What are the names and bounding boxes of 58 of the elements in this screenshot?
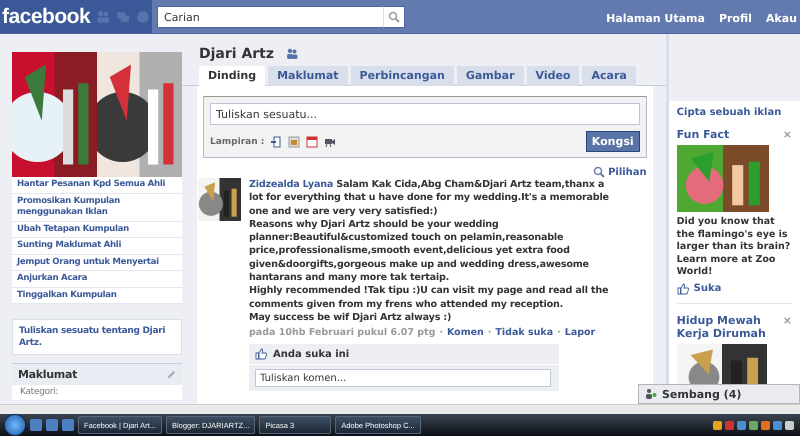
ad-text: Did you know that the flamingo's eye is larger than its brain? Learn more at Zoo World! bbox=[676, 216, 792, 278]
group-icon bbox=[286, 48, 298, 60]
search-icon bbox=[593, 166, 606, 178]
friends-icon bbox=[96, 10, 110, 24]
calendar-icon bbox=[306, 136, 318, 148]
tab[interactable]: Video bbox=[526, 66, 580, 86]
share-button[interactable]: Kongsi bbox=[586, 131, 640, 152]
sidebar-link[interactable]: Promosikan Kumpulan menggunakan Iklan bbox=[12, 194, 182, 222]
info-title: Maklumat bbox=[18, 368, 78, 381]
ad-title[interactable]: Fun Fact bbox=[676, 128, 730, 141]
photo-icon bbox=[288, 136, 300, 148]
nav-link[interactable]: Akau bbox=[766, 12, 797, 25]
likes-text: Anda suka ini bbox=[273, 348, 350, 360]
link-icon bbox=[270, 136, 282, 148]
nav-link[interactable]: Halaman Utama bbox=[606, 12, 705, 25]
post-action-link[interactable]: Tidak suka bbox=[495, 327, 554, 338]
sidebar-link[interactable]: Ubah Tetapan Kumpulan bbox=[12, 222, 182, 238]
separator-dot: · bbox=[439, 327, 443, 338]
group-title: Djari Artz bbox=[199, 46, 274, 62]
sidebar-link[interactable]: Sunting Maklumat Ahli bbox=[12, 238, 182, 254]
sidebar-link[interactable]: Jemput Orang untuk Menyertai bbox=[12, 254, 182, 271]
sidebar-link[interactable]: Hantar Pesanan Kpd Semua Ahli bbox=[12, 177, 182, 194]
search-button[interactable] bbox=[383, 6, 405, 28]
options-link[interactable]: Pilihan bbox=[608, 166, 647, 178]
search-icon bbox=[388, 11, 400, 23]
tab[interactable]: Acara bbox=[582, 66, 636, 86]
tab[interactable]: Gambar bbox=[456, 66, 524, 86]
globe-icon bbox=[136, 10, 150, 24]
person-online-icon bbox=[645, 388, 657, 400]
thumbs-up-icon bbox=[676, 282, 689, 294]
post-text: Zidzealda Lyana Salam Kak Cida,Abg Cham&Djari Artz team,thanx a lot for everything that u have done for my wedding.It's a memorable one and we are very very satisfied:) Reasons why Djari Artz should be your wedding planner:Beautiful&customized touch on pelamin,reasonable price,professionalisme,smooth event,delicious yet extra food given&doorgifts,gorgeous make up and wedding dress,awesome hantarans and many more tak tertaip. Highly recommended !Tak tipu :)U can visit my page and read all the comments given from my frens who attended my reception. May success be wif Djari Artz always :) bbox=[249, 178, 609, 324]
messages-icon bbox=[116, 10, 130, 24]
create-ad-link[interactable]: Cipta sebuah iklan bbox=[676, 107, 792, 118]
post-input[interactable]: Tuliskan sesuatu... bbox=[210, 103, 640, 125]
start-button[interactable] bbox=[4, 414, 26, 436]
ad-like-link[interactable]: Suka bbox=[676, 282, 792, 304]
post-action-link[interactable]: Lapor bbox=[564, 327, 596, 338]
author-link[interactable]: Zidzealda Lyana bbox=[249, 179, 334, 190]
sidebar-link[interactable]: Tinggalkan Kumpulan bbox=[12, 288, 182, 304]
tab[interactable]: Dinding bbox=[199, 66, 266, 86]
nav-link[interactable]: Profil bbox=[718, 12, 752, 25]
ad-title[interactable]: Hidup Mewah Kerja Dirumah bbox=[676, 314, 783, 340]
write-about-link[interactable]: Tuliskan sesuatu tentang Djari Artz. bbox=[12, 319, 182, 355]
separator-dot: · bbox=[488, 327, 492, 338]
separator-dot: · bbox=[557, 327, 561, 338]
chat-bar[interactable]: Sembang (4) bbox=[638, 384, 800, 404]
sidebar-link[interactable]: Anjurkan Acara bbox=[12, 271, 182, 288]
comment-input[interactable]: Tuliskan komen... bbox=[255, 369, 551, 388]
thumbs-up-icon bbox=[255, 348, 267, 360]
pencil-icon bbox=[166, 370, 176, 380]
post-action-link[interactable]: Komen bbox=[446, 327, 484, 338]
tab[interactable]: Maklumat bbox=[268, 66, 348, 86]
category-label: Kategori: bbox=[12, 385, 182, 400]
scrollbar[interactable] bbox=[0, 404, 800, 414]
search-field[interactable]: Carian bbox=[157, 6, 383, 28]
attach-label: Lampiran : bbox=[210, 136, 264, 146]
post-time: pada 10hb Februari pukul 6.07 ptg bbox=[249, 327, 436, 338]
tab[interactable]: Perbincangan bbox=[350, 66, 454, 86]
